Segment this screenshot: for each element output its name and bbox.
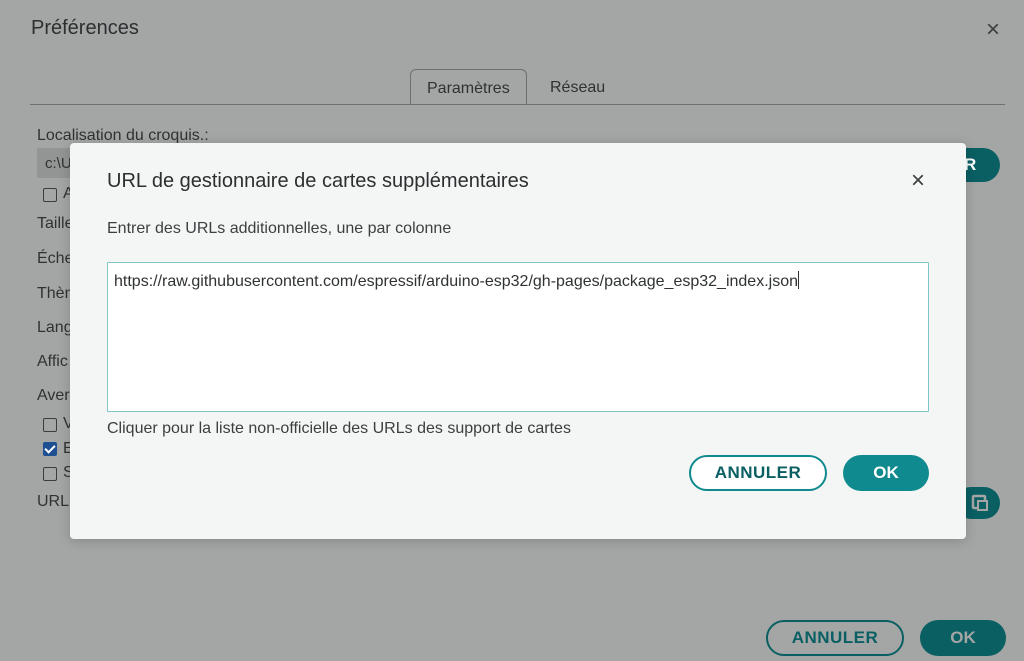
ok-button[interactable]: OK bbox=[843, 455, 929, 491]
tabs-divider bbox=[30, 104, 1005, 105]
preferences-ok-button[interactable]: OK bbox=[920, 620, 1006, 656]
preferences-cancel-button[interactable]: ANNULER bbox=[766, 620, 904, 656]
warnings-label: Aver bbox=[37, 387, 70, 404]
dialog-description: Entrer des URLs additionnelles, une par … bbox=[107, 220, 452, 237]
cancel-button[interactable]: ANNULER bbox=[689, 455, 827, 491]
additional-urls-dialog: URL de gestionnaire de cartes supplément… bbox=[70, 143, 966, 539]
preferences-title: Préférences bbox=[31, 17, 139, 39]
checkbox-option-2[interactable] bbox=[43, 418, 57, 432]
tab-parametres[interactable]: Paramètres bbox=[410, 69, 527, 105]
dialog-title: URL de gestionnaire de cartes supplément… bbox=[107, 170, 529, 192]
tab-reseau[interactable]: Réseau bbox=[534, 69, 621, 105]
urls-textarea[interactable]: https://raw.githubusercontent.com/espres… bbox=[107, 262, 929, 412]
language-label: Lang bbox=[37, 319, 73, 336]
close-icon[interactable]: × bbox=[911, 169, 925, 193]
board-urls-label: URL bbox=[37, 493, 70, 510]
display-label: Affic bbox=[37, 353, 68, 370]
editor-size-label: Taille bbox=[37, 215, 74, 232]
edit-icon bbox=[971, 494, 988, 511]
unofficial-urls-link[interactable]: Cliquer pour la liste non-officielle des… bbox=[107, 420, 571, 438]
checkbox-option-1[interactable] bbox=[43, 188, 57, 202]
checkbox-option-4[interactable] bbox=[43, 467, 57, 481]
close-icon[interactable]: × bbox=[986, 18, 1000, 42]
checkbox-option-3[interactable] bbox=[43, 442, 57, 456]
